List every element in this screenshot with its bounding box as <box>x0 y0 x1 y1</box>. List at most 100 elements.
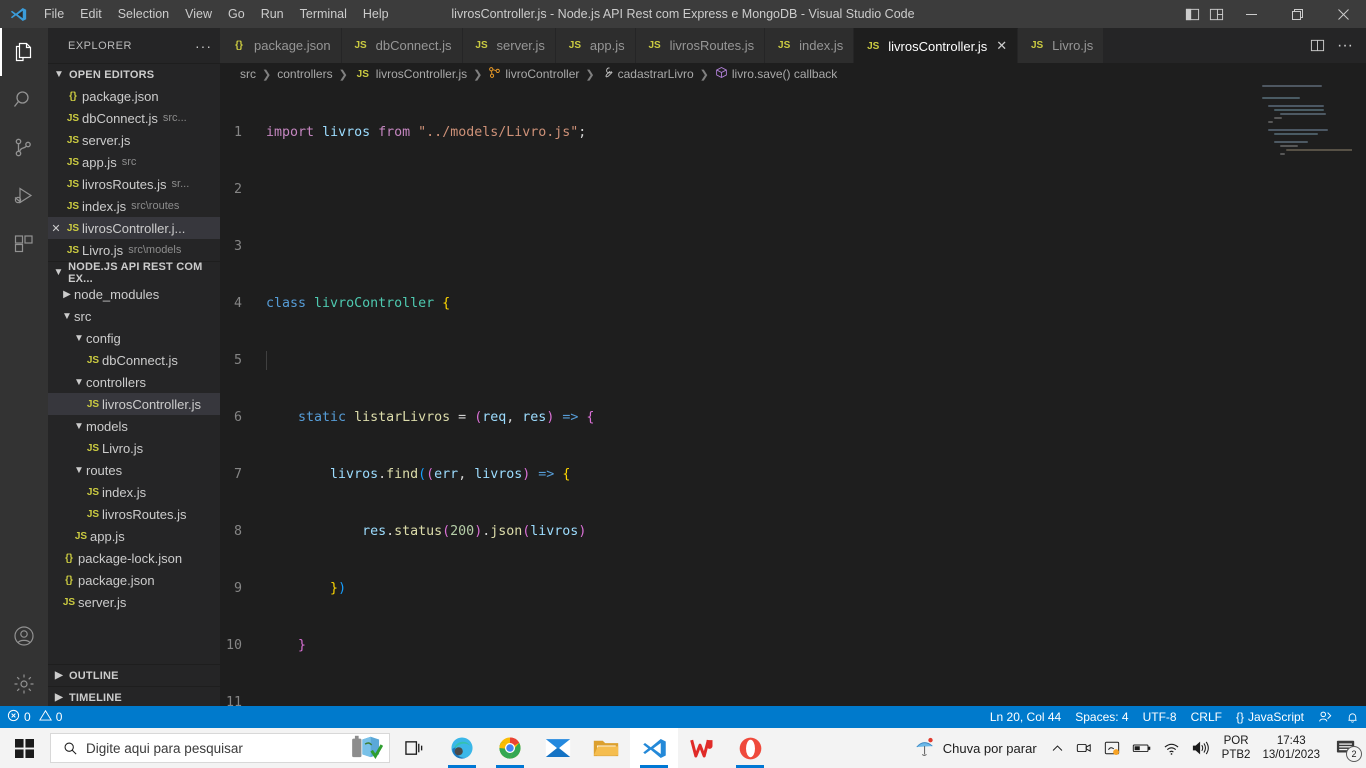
breadcrumb-item-file[interactable]: JS livrosController.js <box>354 67 467 81</box>
taskbar-app-file-explorer[interactable] <box>582 728 630 768</box>
status-problems[interactable]: 0 0 <box>0 706 69 728</box>
status-live-share[interactable] <box>1311 706 1339 728</box>
tab-dbconnect-js[interactable]: JS dbConnect.js <box>341 28 463 63</box>
tray-camera-icon[interactable] <box>1070 728 1098 768</box>
taskbar-app-microsoft-edge[interactable] <box>438 728 486 768</box>
menu-selection[interactable]: Selection <box>110 3 177 25</box>
minimize-button[interactable] <box>1228 0 1274 28</box>
taskbar-app-google-chrome[interactable] <box>486 728 534 768</box>
tray-wifi-icon[interactable] <box>1157 728 1186 768</box>
tree-file-package-lock[interactable]: {} package-lock.json <box>48 547 220 569</box>
taskbar-app-wps-office[interactable] <box>678 728 726 768</box>
activity-run-debug[interactable] <box>0 172 48 220</box>
tray-volume-icon[interactable] <box>1186 728 1216 768</box>
open-editor-item[interactable]: JS app.js src <box>48 151 220 173</box>
menu-run[interactable]: Run <box>253 3 292 25</box>
tree-folder-src[interactable]: ▼ src <box>48 305 220 327</box>
maximize-button[interactable] <box>1274 0 1320 28</box>
activity-search[interactable] <box>0 76 48 124</box>
editor-scrollbar[interactable] <box>1352 85 1366 708</box>
tree-folder-models[interactable]: ▼ models <box>48 415 220 437</box>
tree-file-livroscontroller[interactable]: JS livrosController.js <box>48 393 220 415</box>
activity-extensions[interactable] <box>0 220 48 268</box>
toggle-panel-icon[interactable] <box>1204 0 1228 28</box>
open-editor-item-active[interactable]: ✕ JS livrosController.j... <box>48 217 220 239</box>
status-language-mode[interactable]: {} JavaScript <box>1229 706 1311 728</box>
menu-go[interactable]: Go <box>220 3 253 25</box>
open-editor-item[interactable]: {} package.json <box>48 85 220 107</box>
menu-view[interactable]: View <box>177 3 220 25</box>
tab-index-js[interactable]: JS index.js <box>765 28 855 63</box>
taskbar-app-mail[interactable] <box>534 728 582 768</box>
status-encoding[interactable]: UTF-8 <box>1136 706 1184 728</box>
close-tab-icon[interactable]: ✕ <box>996 38 1007 54</box>
open-editor-item[interactable]: JS dbConnect.js src... <box>48 107 220 129</box>
status-indentation[interactable]: Spaces: 4 <box>1068 706 1135 728</box>
section-project-root[interactable]: ▼ NODE.JS API REST COM EX... <box>48 261 220 285</box>
tree-folder-node_modules[interactable]: ▶ node_modules <box>48 283 220 305</box>
status-cursor-position[interactable]: Ln 20, Col 44 <box>983 706 1068 728</box>
menu-terminal[interactable]: Terminal <box>292 3 355 25</box>
taskbar-clock[interactable]: 17:43 13/01/2023 <box>1256 734 1326 762</box>
task-view-icon[interactable] <box>390 728 438 768</box>
breadcrumb-item-class[interactable]: livroController <box>488 66 579 82</box>
tree-file-package[interactable]: {} package.json <box>48 569 220 591</box>
tab-app-js[interactable]: JS app.js <box>555 28 636 63</box>
tab-livro-js[interactable]: JS Livro.js <box>1018 28 1105 63</box>
breadcrumb-item-property[interactable]: cadastrarLivro <box>601 66 694 82</box>
taskbar-app-visual-studio-code[interactable] <box>630 728 678 768</box>
tree-file-app[interactable]: JS app.js <box>48 525 220 547</box>
activity-accounts[interactable] <box>0 612 48 660</box>
tree-folder-config[interactable]: ▼ config <box>48 327 220 349</box>
menu-help[interactable]: Help <box>355 3 397 25</box>
open-editor-item[interactable]: JS index.js src\routes <box>48 195 220 217</box>
menu-edit[interactable]: Edit <box>72 3 110 25</box>
taskbar-search-box[interactable]: Digite aqui para pesquisar <box>50 733 390 763</box>
split-editor-icon[interactable] <box>1304 28 1330 63</box>
sidebar-more-actions-icon[interactable]: ··· <box>195 38 212 54</box>
close-button[interactable] <box>1320 0 1366 28</box>
search-icon <box>57 741 78 756</box>
activity-settings[interactable] <box>0 660 48 708</box>
tray-battery-icon[interactable] <box>1126 728 1157 768</box>
activity-explorer[interactable] <box>0 28 48 76</box>
tab-livroscontroller-js[interactable]: JS livrosController.js ✕ <box>854 28 1019 63</box>
tab-package-json[interactable]: {} package.json <box>220 28 342 63</box>
tree-file-dbconnect[interactable]: JS dbConnect.js <box>48 349 220 371</box>
taskbar-language-indicator[interactable]: POR PTB2 <box>1216 734 1257 762</box>
section-outline[interactable]: ▶ OUTLINE <box>48 664 220 686</box>
toggle-primary-sidebar-icon[interactable] <box>1180 0 1204 28</box>
breadcrumb-item-controllers[interactable]: controllers <box>277 67 332 81</box>
tree-file-index[interactable]: JS index.js <box>48 481 220 503</box>
close-editor-icon[interactable]: ✕ <box>48 222 64 235</box>
menu-file[interactable]: File <box>36 3 72 25</box>
tab-livrosroutes-js[interactable]: JS livrosRoutes.js <box>635 28 766 63</box>
tree-file-livrosroutes[interactable]: JS livrosRoutes.js <box>48 503 220 525</box>
open-editor-item[interactable]: JS livrosRoutes.js sr... <box>48 173 220 195</box>
breadcrumb-item-src[interactable]: src <box>240 67 256 81</box>
windows-start-icon[interactable] <box>0 728 48 768</box>
tree-folder-controllers[interactable]: ▼ controllers <box>48 371 220 393</box>
tray-onedrive-icon[interactable] <box>1098 728 1126 768</box>
section-timeline[interactable]: ▶ TIMELINE <box>48 686 220 708</box>
tab-server-js[interactable]: JS server.js <box>462 28 556 63</box>
tree-folder-routes[interactable]: ▼ routes <box>48 459 220 481</box>
activity-source-control[interactable] <box>0 124 48 172</box>
section-open-editors[interactable]: ▼ OPEN EDITORS <box>48 63 220 85</box>
taskbar-weather-widget[interactable]: Chuva por parar <box>906 736 1045 761</box>
status-notifications-bell[interactable] <box>1339 706 1366 728</box>
code-editor[interactable]: 1 import livros from "../models/Livro.js"… <box>220 85 1366 708</box>
taskbar-app-opera-gx[interactable] <box>726 728 774 768</box>
open-editor-desc: src... <box>162 112 187 124</box>
open-editor-item[interactable]: JS Livro.js src\models <box>48 239 220 261</box>
search-input[interactable]: Digite aqui para pesquisar <box>86 741 343 756</box>
breadcrumb-item-callback[interactable]: livro.save() callback <box>715 66 837 82</box>
editor-more-actions-icon[interactable]: ··· <box>1332 28 1358 63</box>
tray-overflow-chevron-up-icon[interactable] <box>1045 728 1070 768</box>
tree-file-server[interactable]: JS server.js <box>48 591 220 613</box>
open-editor-item[interactable]: JS server.js <box>48 129 220 151</box>
status-eol[interactable]: CRLF <box>1184 706 1229 728</box>
tree-file-livro[interactable]: JS Livro.js <box>48 437 220 459</box>
notification-center-button[interactable]: 2 <box>1326 728 1366 768</box>
js-file-icon: JS <box>86 508 100 520</box>
